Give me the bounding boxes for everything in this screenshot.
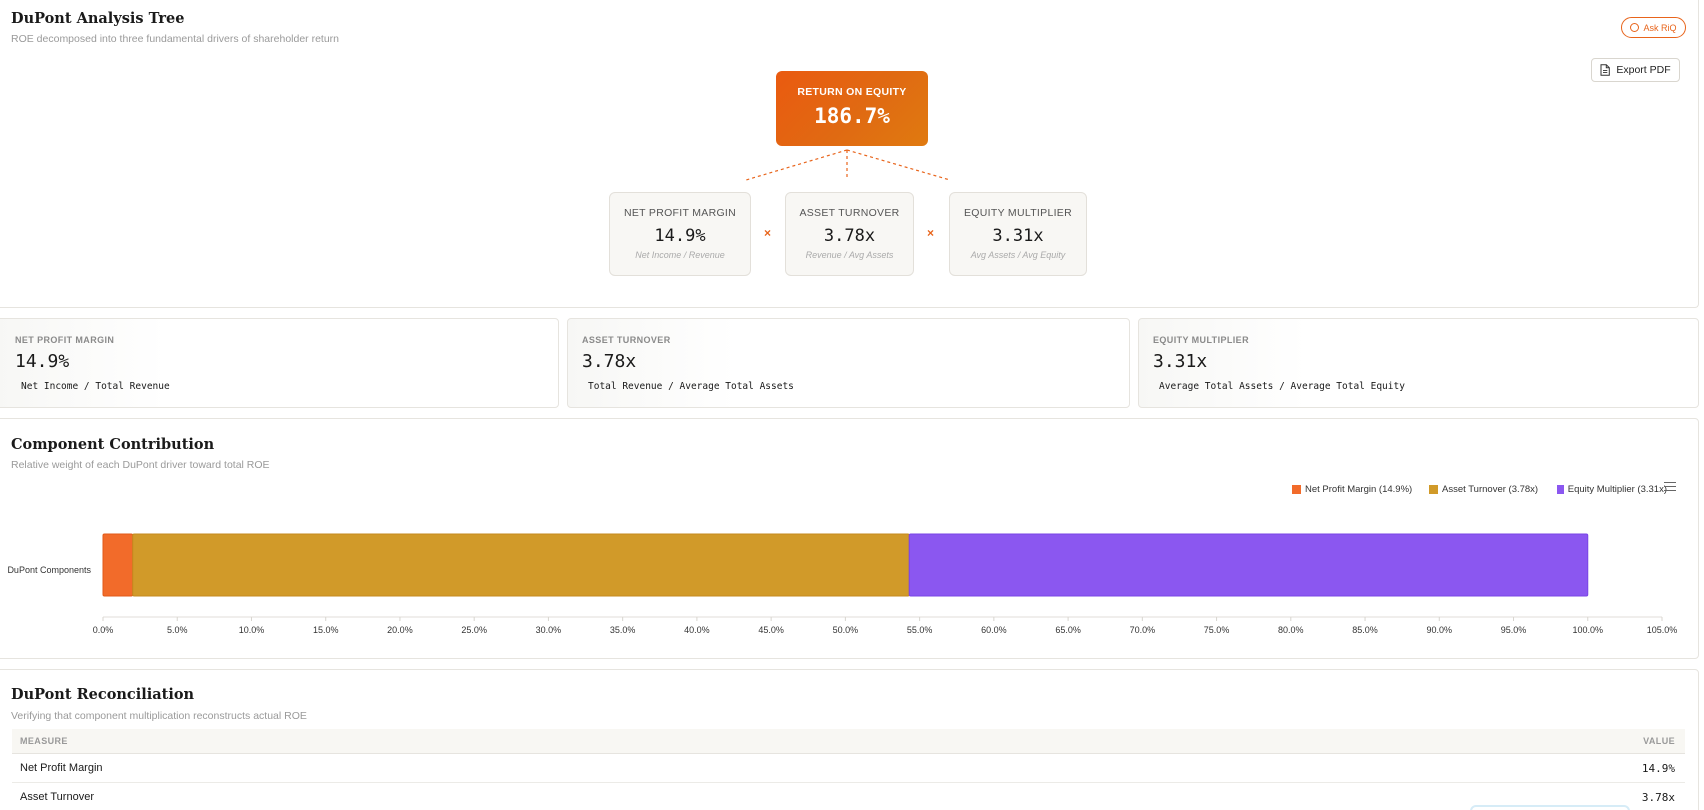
component-equity-multiplier: EQUITY MULTIPLIER 3.31x Avg Assets / Avg… (949, 192, 1087, 276)
x-tick-label: 70.0% (1130, 625, 1156, 635)
x-tick-label: 20.0% (387, 625, 413, 635)
x-tick-label: 105.0% (1647, 625, 1678, 635)
component-value: 3.31x (992, 226, 1044, 246)
reconciliation-table: MEASURE VALUE Net Profit Margin 14.9% As… (12, 729, 1685, 810)
kpi-label: ASSET TURNOVER (582, 335, 671, 345)
legend-item-equity-multiplier[interactable]: Equity Multiplier (3.31x) (1557, 484, 1667, 495)
x-tick-label: 65.0% (1055, 625, 1081, 635)
column-header-measure: MEASURE (20, 736, 68, 746)
x-tick-label: 5.0% (167, 625, 188, 635)
x-axis-ticks: 0.0% 5.0% 10.0% 15.0% 20.0% 25.0% 30.0% 35.0% 40… (93, 617, 1678, 635)
row-measure: Asset Turnover (20, 791, 94, 803)
component-value: 3.78x (823, 226, 876, 246)
legend-swatch (1292, 485, 1301, 494)
bar-segment-2[interactable] (908, 533, 1589, 597)
row-value: 3.78x (1641, 790, 1675, 804)
multiply-icon: × (764, 226, 772, 240)
x-tick-label: 35.0% (610, 625, 636, 635)
row-measure: Net Profit Margin (20, 762, 103, 774)
column-header-value: VALUE (1643, 736, 1675, 746)
legend-swatch (1429, 485, 1438, 494)
component-label: NET PROFIT MARGIN (623, 207, 737, 219)
kpi-value: 3.78x (582, 351, 637, 372)
legend-item-asset-turnover[interactable]: Asset Turnover (3.78x) (1429, 484, 1538, 495)
x-tick-label: 60.0% (981, 625, 1007, 635)
row-value: 14.9% (1641, 761, 1675, 775)
floating-pill[interactable] (1470, 805, 1630, 810)
contribution-bar-chart: DuPont Components 0.0% 5.0% 10.0% 15.0% 20.0… (7, 533, 1678, 635)
legend-label: Equity Multiplier (3.31x) (1567, 484, 1667, 495)
multiply-icon: × (927, 226, 935, 240)
x-tick-label: 55.0% (907, 625, 933, 635)
legend-label: Net Profit Margin (14.9%) (1305, 484, 1413, 495)
x-tick-label: 75.0% (1204, 625, 1230, 635)
component-formula: Avg Assets / Avg Equity (970, 250, 1066, 260)
component-asset-turnover: ASSET TURNOVER 3.78x Revenue / Avg Asset… (785, 192, 914, 276)
kpi-card-equity-multiplier: EQUITY MULTIPLIER 3.31x Average Total As… (1138, 318, 1699, 408)
legend-item-net-profit-margin[interactable]: Net Profit Margin (14.9%) (1292, 484, 1412, 495)
contribution-title: Component Contribution (11, 436, 215, 453)
legend-swatch (1557, 485, 1564, 494)
x-tick-label: 90.0% (1427, 625, 1453, 635)
table-header: MEASURE VALUE (12, 729, 1685, 754)
x-tick-label: 95.0% (1501, 625, 1527, 635)
x-tick-label: 80.0% (1278, 625, 1304, 635)
x-tick-label: 45.0% (758, 625, 784, 635)
component-value: 14.9% (654, 226, 706, 246)
x-tick-label: 50.0% (833, 625, 859, 635)
x-tick-label: 0.0% (93, 625, 114, 635)
x-tick-label: 40.0% (684, 625, 710, 635)
reconciliation-title: DuPont Reconciliation (11, 686, 195, 703)
bar-segment-1[interactable] (132, 533, 910, 597)
x-tick-label: 30.0% (536, 625, 562, 635)
kpi-value: 14.9% (15, 351, 70, 372)
kpi-formula: Average Total Assets / Average Total Equ… (1159, 381, 1405, 392)
x-tick-label: 15.0% (313, 625, 339, 635)
component-net-profit-margin: NET PROFIT MARGIN 14.9% Net Income / Rev… (609, 192, 751, 276)
kpi-value: 3.31x (1153, 351, 1208, 372)
kpi-formula: Total Revenue / Average Total Assets (588, 381, 794, 392)
x-tick-label: 85.0% (1352, 625, 1378, 635)
kpi-label: EQUITY MULTIPLIER (1153, 335, 1249, 345)
x-tick-label: 100.0% (1572, 625, 1603, 635)
table-row: Asset Turnover 3.78x (12, 783, 1685, 810)
bar-group (102, 533, 1589, 597)
chart-menu-icon[interactable] (1664, 482, 1676, 491)
legend-label: Asset Turnover (3.78x) (1442, 484, 1539, 495)
x-tick-label: 10.0% (239, 625, 265, 635)
bar-segment-0[interactable] (102, 533, 134, 597)
component-label: EQUITY MULTIPLIER (964, 207, 1072, 219)
tree-connectors (745, 149, 951, 181)
component-label: ASSET TURNOVER (799, 207, 900, 219)
table-row: Net Profit Margin 14.9% (12, 754, 1685, 783)
kpi-label: NET PROFIT MARGIN (15, 335, 115, 345)
kpi-card-net-profit-margin: NET PROFIT MARGIN 14.9% Net Income / Tot… (0, 318, 559, 408)
component-formula: Net Income / Revenue (635, 250, 725, 260)
contribution-subtitle: Relative weight of each DuPont driver to… (11, 459, 270, 471)
reconciliation-subtitle: Verifying that component multiplication … (11, 710, 307, 722)
x-tick-label: 25.0% (461, 625, 487, 635)
kpi-formula: Net Income / Total Revenue (21, 381, 170, 392)
category-label: DuPont Components (7, 565, 91, 575)
kpi-card-asset-turnover: ASSET TURNOVER 3.78x Total Revenue / Ave… (567, 318, 1130, 408)
component-formula: Revenue / Avg Assets (805, 250, 894, 260)
